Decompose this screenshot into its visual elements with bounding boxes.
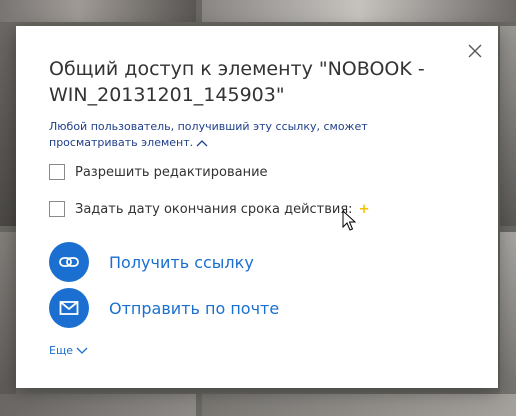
mouse-cursor-icon [342, 210, 356, 231]
send-email-label: Отправить по почте [109, 298, 280, 318]
plus-indicator: + [358, 201, 370, 217]
more-options-label: Еще [49, 344, 74, 357]
get-link-button[interactable]: Получить ссылку [49, 242, 254, 282]
photo-thumbnail [0, 0, 196, 22]
link-icon-circle [49, 242, 89, 282]
allow-editing-label: Разрешить редактирование [75, 164, 268, 180]
photo-thumbnail [500, 232, 516, 416]
allow-editing-checkbox[interactable] [49, 164, 65, 180]
close-icon [468, 44, 482, 58]
photo-thumbnail [0, 26, 16, 226]
access-note-text: Любой пользователь, получивший эту ссылк… [49, 120, 368, 149]
photo-thumbnail [0, 232, 16, 416]
photo-thumbnail [500, 26, 516, 226]
send-email-button[interactable]: Отправить по почте [49, 288, 279, 328]
get-link-label: Получить ссылку [109, 252, 254, 272]
collapse-note-toggle[interactable] [193, 136, 208, 149]
chevron-up-icon [196, 140, 208, 147]
mail-icon-circle [49, 288, 89, 328]
expiration-date-option[interactable]: Задать дату окончания срока действия: + [49, 201, 369, 217]
photo-thumbnail [0, 394, 196, 416]
mail-icon [59, 301, 79, 315]
close-button[interactable] [464, 40, 486, 62]
access-note: Любой пользователь, получивший эту ссылк… [49, 119, 459, 151]
chevron-down-icon [76, 347, 88, 354]
share-dialog: Общий доступ к элементу "NOBOOK - WIN_20… [16, 26, 498, 388]
allow-editing-option[interactable]: Разрешить редактирование [49, 164, 268, 180]
photo-thumbnail [202, 0, 516, 22]
expiration-date-checkbox[interactable] [49, 201, 65, 217]
expiration-date-label: Задать дату окончания срока действия: [75, 201, 353, 217]
photo-thumbnail [202, 394, 516, 416]
link-icon [59, 257, 79, 267]
more-options-button[interactable]: Еще [49, 344, 88, 357]
dialog-title: Общий доступ к элементу "NOBOOK - WIN_20… [49, 58, 425, 106]
